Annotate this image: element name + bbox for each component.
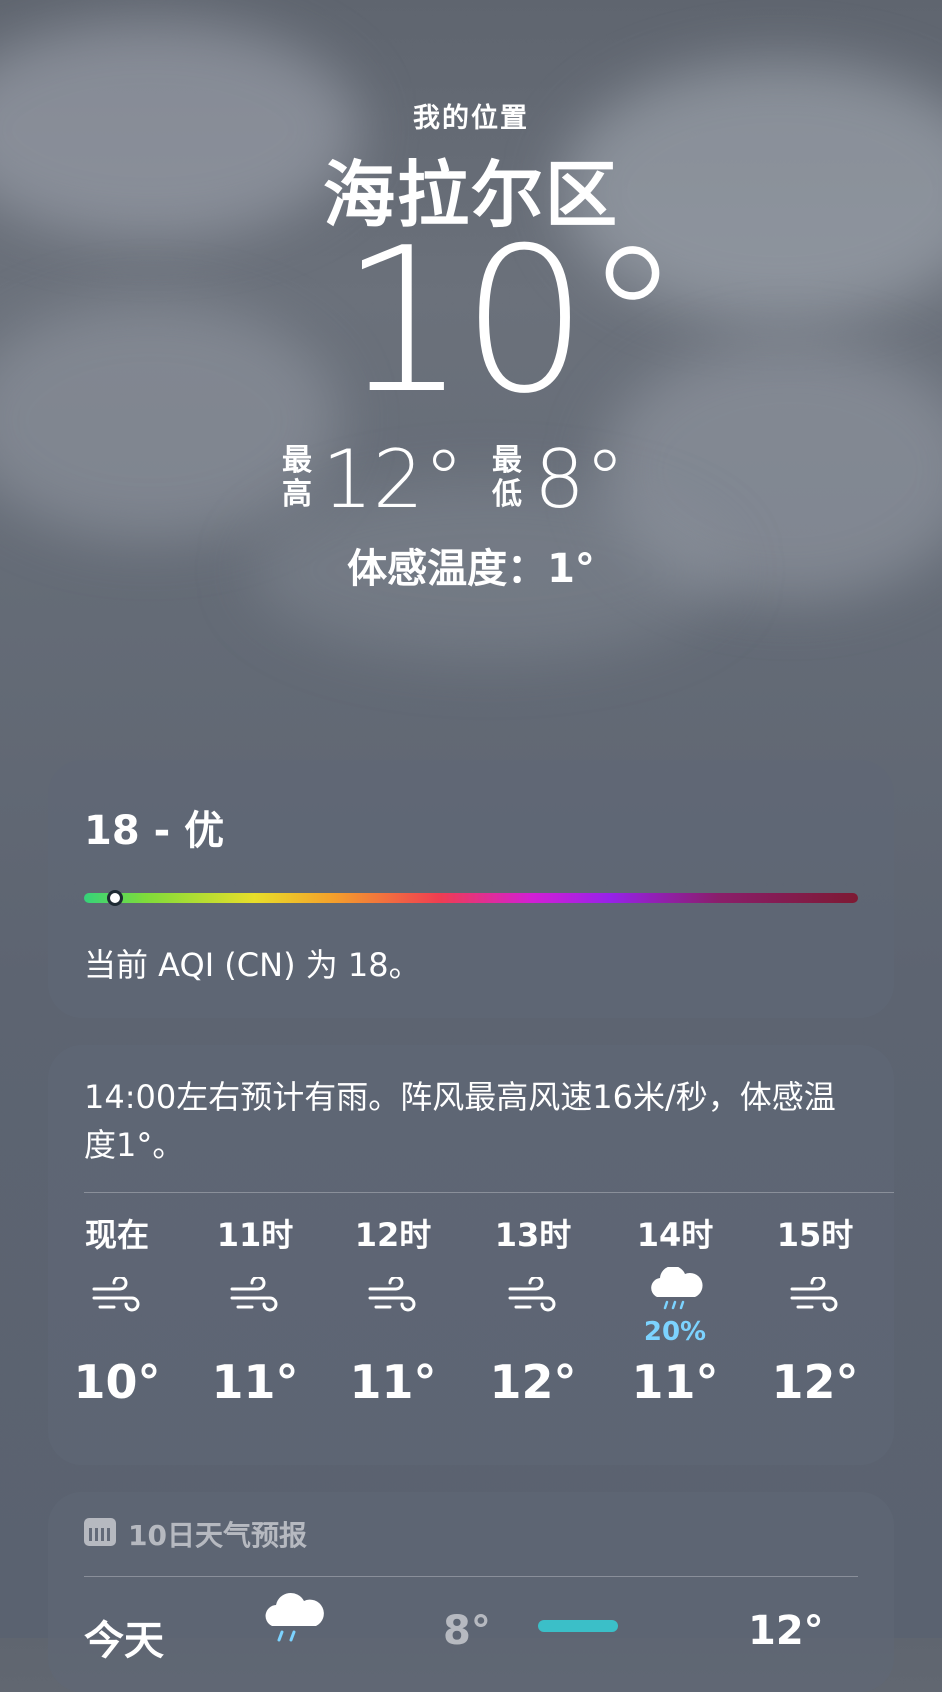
hour-temp: 11° (349, 1355, 437, 1409)
hour-column: 13时 12° (478, 1215, 588, 1409)
high-temp: 12° (322, 433, 464, 526)
hour-label: 15时 (776, 1216, 854, 1254)
feels-like: 体感温度：1° (347, 546, 595, 592)
hour-temp: 11° (631, 1355, 719, 1409)
rain-cloud-icon: 20% (620, 1265, 730, 1347)
location-label: 我的位置 (413, 103, 529, 134)
low-label: 最低 (490, 444, 524, 512)
hour-label: 13时 (494, 1216, 572, 1254)
hourly-forecast-card[interactable]: 14:00左右预计有雨。阵风最高风速16米/秒，体感温度1°。 现在 10° 11时… (48, 1045, 894, 1465)
wind-icon (478, 1275, 588, 1337)
high-low-temps: 最高 12° 最低 8° (0, 440, 942, 530)
aqi-description: 当前 AQI (CN) 为 18。 (84, 946, 421, 984)
divider (84, 1192, 894, 1193)
ten-day-title: 10日天气预报 (128, 1519, 307, 1552)
low-temp: 8° (534, 433, 625, 526)
hour-temp: 12° (771, 1355, 859, 1409)
hourly-summary: 14:00左右预计有雨。阵风最高风速16米/秒，体感温度1°。 (84, 1078, 836, 1164)
ten-day-forecast-card[interactable]: 10日天气预报 今天 8° 12° (48, 1492, 894, 1692)
hour-temp: 10° (73, 1355, 161, 1409)
hour-label: 现在 (84, 1216, 149, 1254)
precip-probability: 20% (643, 1317, 707, 1347)
hour-column: 12时 11° (338, 1215, 448, 1409)
aqi-card[interactable]: 18 - 优 当前 AQI (CN) 为 18。 (48, 760, 894, 1018)
wind-icon (62, 1275, 172, 1337)
current-temperature: 10° (340, 205, 682, 438)
low-label-text: 最低 (492, 443, 522, 512)
high-label-text: 最高 (282, 443, 312, 512)
hour-label: 14时 (636, 1216, 714, 1254)
wind-icon (760, 1275, 870, 1337)
hour-label: 12时 (354, 1216, 432, 1254)
calendar-icon (84, 1518, 116, 1546)
wind-icon (338, 1275, 448, 1337)
day-low-temp: 8° (443, 1608, 491, 1654)
hour-column: 15时 12° (760, 1215, 870, 1409)
aqi-scale-bar (84, 893, 858, 903)
divider (84, 1576, 858, 1577)
wind-icon (200, 1275, 310, 1337)
hour-column: 现在 10° (62, 1215, 172, 1409)
high-label: 最高 (280, 444, 314, 512)
aqi-indicator (106, 890, 123, 906)
aqi-title: 18 - 优 (84, 808, 225, 854)
day-label: 今天 (84, 1618, 164, 1664)
hour-column: 11时 11° (200, 1215, 310, 1409)
hour-temp: 11° (211, 1355, 299, 1409)
hour-label: 11时 (216, 1216, 294, 1254)
day-high-temp: 12° (748, 1608, 824, 1654)
hour-temp: 12° (489, 1355, 577, 1409)
rain-cloud-icon (258, 1588, 328, 1648)
hour-column: 14时 20% 11° (620, 1215, 730, 1409)
temp-range-bar (538, 1620, 618, 1632)
